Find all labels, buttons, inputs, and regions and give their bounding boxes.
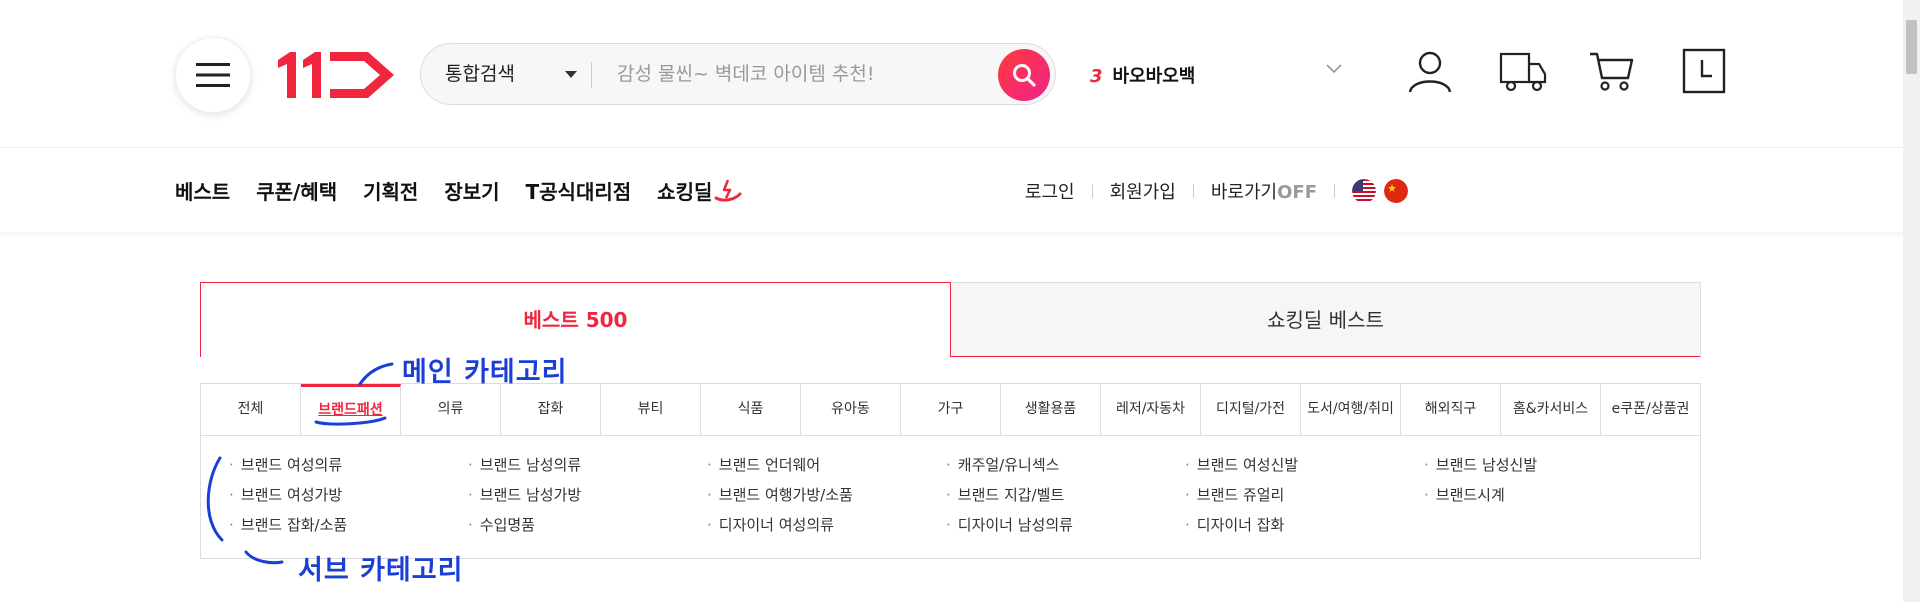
page-root: 통합검색 3바오바오백 (0, 0, 1920, 602)
annotation-strokes (206, 362, 394, 565)
sub-category-annotation: 서브 카테고리 (298, 555, 464, 586)
scrollbar-thumb[interactable] (1906, 20, 1917, 74)
scrollbar-track[interactable] (1903, 0, 1920, 602)
main-category-annotation: 메인 카테고리 (402, 357, 568, 388)
